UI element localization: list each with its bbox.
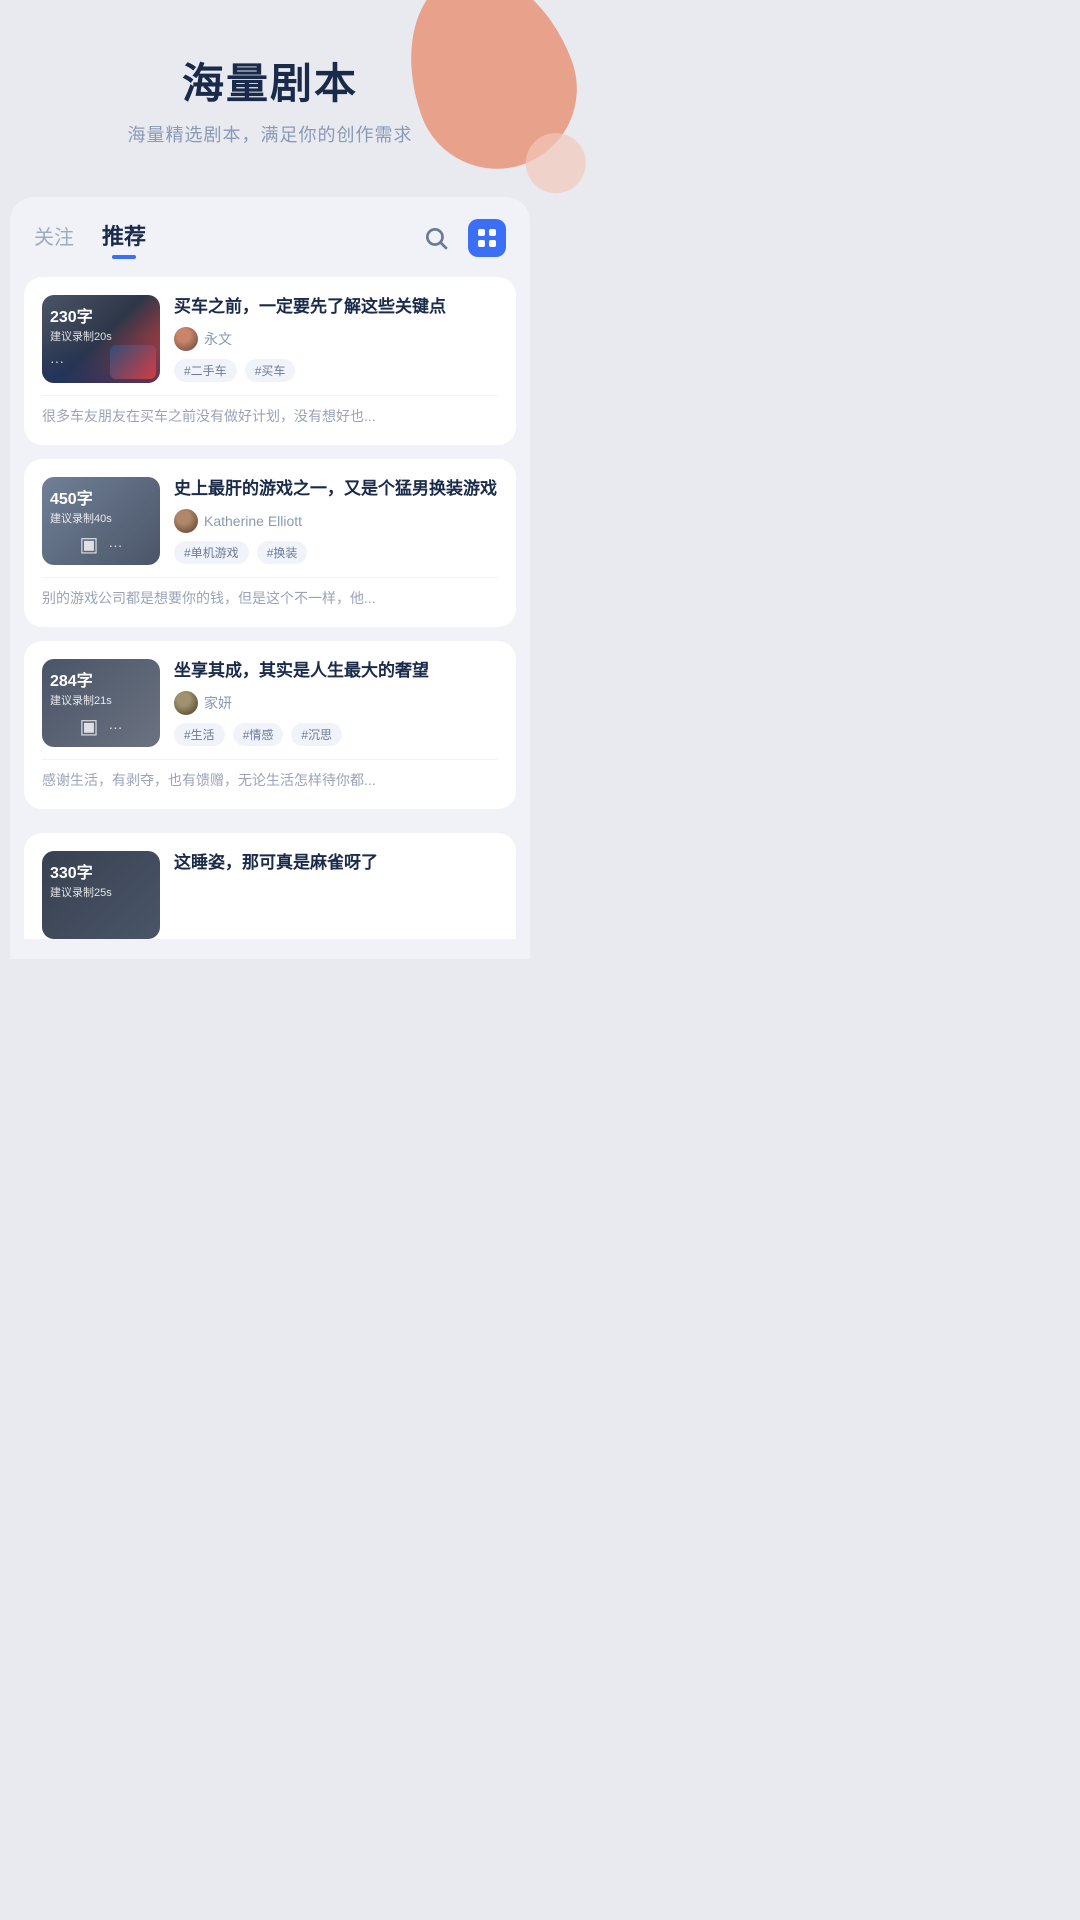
tag[interactable]: #生活: [174, 723, 225, 746]
list-item[interactable]: 284字 建议录制21s ▣ ··· 坐享其成，其实是人生最大的奢望 家妍: [24, 641, 516, 809]
header: 海量剧本 海量精选剧本，满足你的创作需求: [0, 0, 540, 177]
char-count: 284字: [50, 667, 112, 691]
char-count: 330字: [50, 859, 112, 883]
more-icon: ···: [108, 537, 122, 553]
card-title: 史上最肝的游戏之一，又是个猛男换装游戏: [174, 477, 498, 501]
author-name: Katherine Elliott: [204, 513, 302, 529]
author-name: 家妍: [204, 693, 232, 713]
avatar: [174, 327, 198, 351]
avatar: [174, 509, 198, 533]
search-icon: [423, 225, 449, 251]
play-icon: ▣: [80, 532, 99, 557]
card-preview: 感谢生活，有剥夺，也有馈赠，无论生活怎样待你都...: [42, 759, 498, 791]
tab-bar: 关注 推荐: [10, 197, 530, 267]
card-thumbnail: 450字 建议录制40s ▣ ···: [42, 477, 160, 565]
card-tags: #生活 #情感 #沉思: [174, 723, 498, 746]
card-top: 330字 建议录制25s 这睡姿，那可真是麻雀呀了: [42, 851, 498, 939]
card-preview: 很多车友朋友在买车之前没有做好计划，没有想好也...: [42, 395, 498, 427]
tag[interactable]: #沉思: [291, 723, 342, 746]
card-title: 买车之前，一定要先了解这些关键点: [174, 295, 498, 319]
tag[interactable]: #二手车: [174, 359, 237, 382]
main-card: 关注 推荐: [10, 197, 530, 959]
char-count: 450字: [50, 485, 112, 509]
card-thumbnail: 230字 建议录制20s ···: [42, 295, 160, 383]
thumb-info: 284字 建议录制21s: [50, 667, 112, 708]
card-author: Katherine Elliott: [174, 509, 498, 533]
grid-icon: [478, 229, 496, 247]
more-icon: ···: [108, 719, 122, 735]
card-tags: #二手车 #买车: [174, 359, 498, 382]
card-top: 450字 建议录制40s ▣ ··· 史上最肝的游戏之一，又是个猛男换装游戏 K…: [42, 477, 498, 565]
card-info: 史上最肝的游戏之一，又是个猛男换装游戏 Katherine Elliott #单…: [174, 477, 498, 565]
grid-view-button[interactable]: [468, 219, 506, 257]
card-author: 永文: [174, 327, 498, 351]
card-top: 284字 建议录制21s ▣ ··· 坐享其成，其实是人生最大的奢望 家妍: [42, 659, 498, 747]
content-list: 230字 建议录制20s ··· 买车之前，一定要先了解这些关键点: [10, 267, 530, 833]
card-top: 230字 建议录制20s ··· 买车之前，一定要先了解这些关键点: [42, 295, 498, 383]
card-info: 坐享其成，其实是人生最大的奢望 家妍 #生活 #情感 #沉思: [174, 659, 498, 747]
tab-icons: [418, 219, 506, 257]
thumb-overlay: ···: [42, 338, 160, 383]
tag[interactable]: #换装: [257, 541, 308, 564]
avatar: [174, 691, 198, 715]
card-info: 这睡姿，那可真是麻雀呀了: [174, 851, 498, 939]
duration: 建议录制21s: [50, 692, 112, 708]
search-button[interactable]: [418, 220, 454, 256]
tab-follow[interactable]: 关注: [34, 221, 74, 256]
page-subtitle: 海量精选剧本，满足你的创作需求: [20, 121, 520, 147]
more-icon: ···: [50, 353, 64, 369]
author-name: 永文: [204, 329, 232, 349]
card-author: 家妍: [174, 691, 498, 715]
card-title: 这睡姿，那可真是麻雀呀了: [174, 851, 498, 875]
card-thumbnail: 330字 建议录制25s: [42, 851, 160, 939]
play-icon: ▣: [80, 714, 99, 739]
tab-recommend[interactable]: 推荐: [102, 219, 146, 257]
tag[interactable]: #单机游戏: [174, 541, 249, 564]
tag[interactable]: #情感: [233, 723, 284, 746]
card-preview: 别的游戏公司都是想要你的钱，但是这个不一样，他...: [42, 577, 498, 609]
list-item[interactable]: 330字 建议录制25s 这睡姿，那可真是麻雀呀了: [24, 833, 516, 939]
duration: 建议录制25s: [50, 884, 112, 900]
thumb-info: 450字 建议录制40s: [50, 485, 112, 526]
duration: 建议录制40s: [50, 510, 112, 526]
card-tags: #单机游戏 #换装: [174, 541, 498, 564]
thumb-info: 330字 建议录制25s: [50, 859, 112, 900]
card-title: 坐享其成，其实是人生最大的奢望: [174, 659, 498, 683]
card-info: 买车之前，一定要先了解这些关键点 永文 #二手车 #买车: [174, 295, 498, 383]
tag[interactable]: #买车: [245, 359, 296, 382]
thumb-icons: ▣ ···: [42, 532, 160, 557]
list-item[interactable]: 230字 建议录制20s ··· 买车之前，一定要先了解这些关键点: [24, 277, 516, 445]
card-thumbnail: 284字 建议录制21s ▣ ···: [42, 659, 160, 747]
thumb-icons: ▣ ···: [42, 714, 160, 739]
list-item[interactable]: 450字 建议录制40s ▣ ··· 史上最肝的游戏之一，又是个猛男换装游戏 K…: [24, 459, 516, 627]
page-title: 海量剧本: [20, 50, 520, 111]
